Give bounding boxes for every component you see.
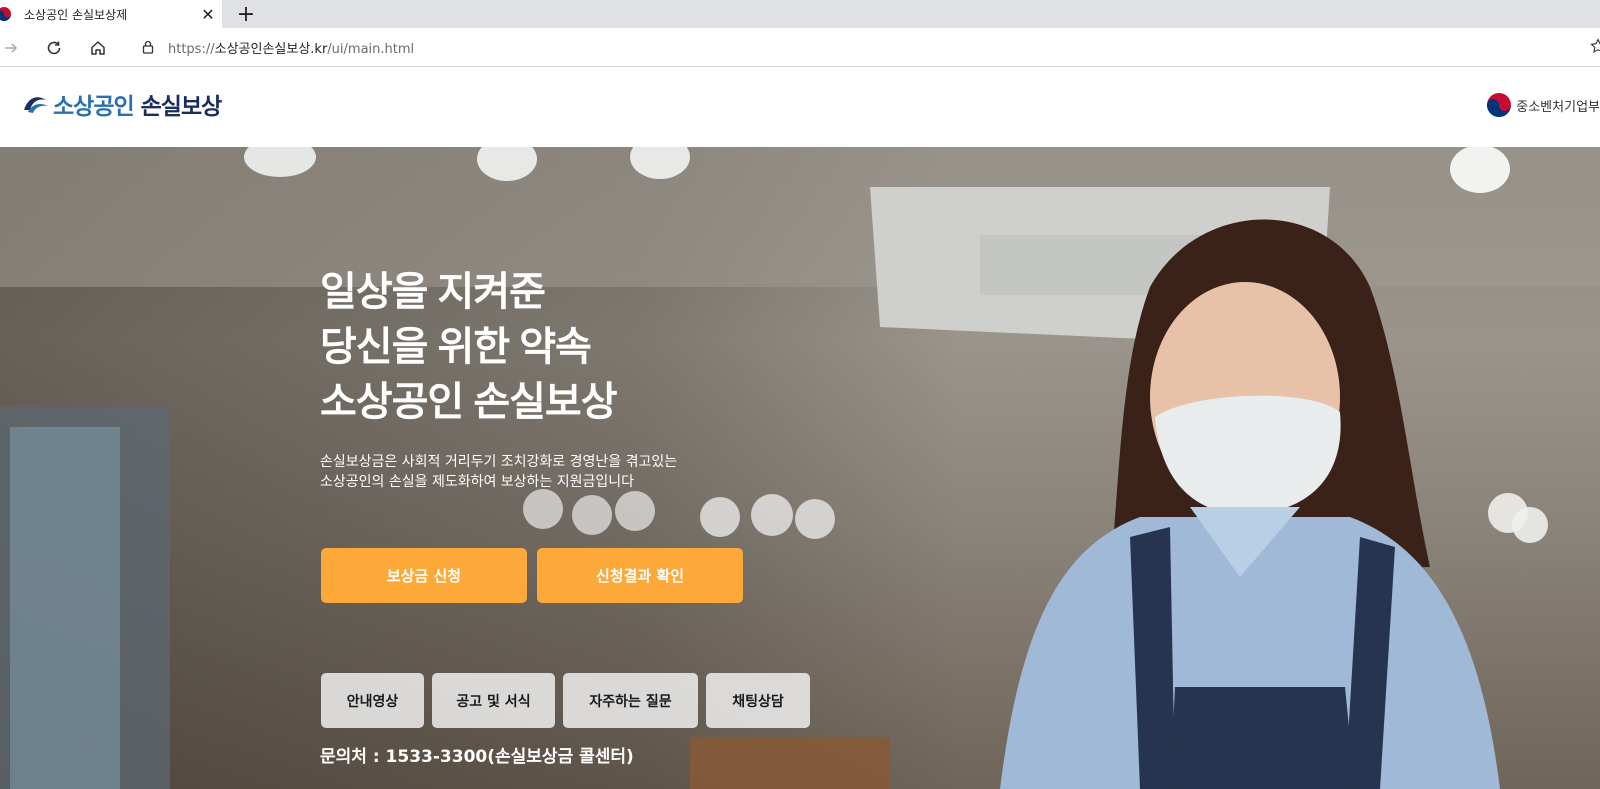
forward-icon[interactable] [0,35,24,61]
home-icon[interactable] [85,35,111,61]
hero-description: 손실보상금은 사회적 거리두기 조치강화로 경영난을 겪고있는 소상공인의 손실… [320,452,677,492]
apply-compensation-button[interactable]: 보상금 신청 [321,548,527,603]
contact-info: 문의처 : 1533-3300(손실보상금 콜센터) [320,747,634,767]
address-bar[interactable]: https://소상공인손실보상.kr/ui/main.html [128,32,1600,62]
notices-forms-button[interactable]: 공고 및 서식 [432,673,555,728]
site-header: 소상공인 손실보상 중소벤처기업부 [0,67,1600,147]
tab-title: 소상공인 손실보상제 [24,7,128,22]
hero-title-line: 일상을 지켜준 [320,270,546,314]
chat-consult-button[interactable]: 채팅상담 [706,673,810,728]
logo-text-primary: 소상공인 [53,93,135,119]
faq-button[interactable]: 자주하는 질문 [563,673,698,728]
browser-tabstrip: 소상공인 손실보상제 ✕ + [0,0,1600,28]
wave-logo-icon [22,90,50,118]
taegeuk-favicon-icon [0,7,11,21]
favorite-star-icon[interactable] [1590,38,1600,54]
new-tab-icon[interactable]: + [234,2,258,27]
logo-text-secondary: 손실보상 [140,93,223,119]
ministry-name: 중소벤처기업부 [1516,99,1600,115]
hero-title: 일상을 지켜준 당신을 위한 약속 소상공인 손실보상 [320,265,618,430]
hero-title-line: 소상공인 손실보상 [320,380,618,424]
site-logo[interactable]: 소상공인 손실보상 [22,89,223,119]
lock-icon[interactable] [140,39,156,55]
check-result-button[interactable]: 신청결과 확인 [537,548,743,603]
browser-tab[interactable]: 소상공인 손실보상제 ✕ [0,0,222,28]
reload-icon[interactable] [41,35,67,61]
hero-description-line: 손실보상금은 사회적 거리두기 조치강화로 경영난을 겪고있는 [320,454,678,470]
hero-section: 일상을 지켜준 당신을 위한 약속 소상공인 손실보상 손실보상금은 사회적 거… [0,147,1600,789]
taegeuk-emblem-icon [1486,92,1512,118]
browser-toolbar: https://소상공인손실보상.kr/ui/main.html [0,28,1600,67]
ministry-logo[interactable]: 중소벤처기업부 [1486,92,1600,118]
guide-video-button[interactable]: 안내영상 [321,673,424,728]
url-text: https://소상공인손실보상.kr/ui/main.html [168,41,415,57]
hero-title-line: 당신을 위한 약속 [320,325,592,369]
hero-description-line: 소상공인의 손실을 제도화하여 보상하는 지원금입니다 [320,474,635,490]
close-tab-icon[interactable]: ✕ [198,4,218,24]
